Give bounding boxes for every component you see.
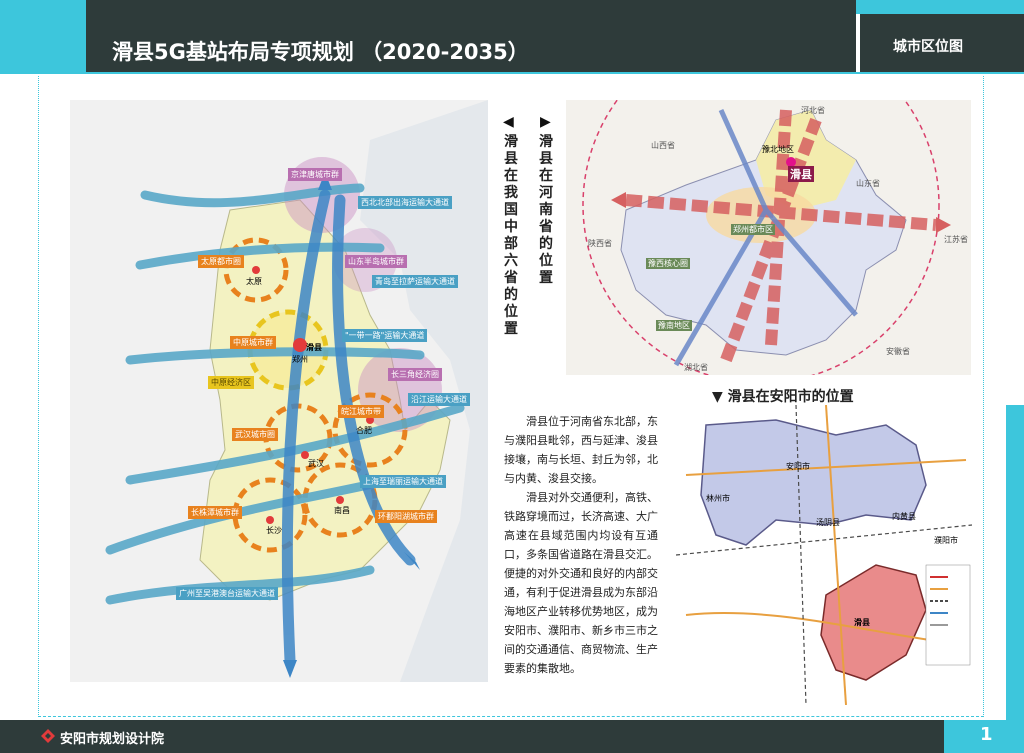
label-shandong: 山东半岛城市群 [345, 255, 407, 268]
label-northwest-corridor: 西北北部出海运输大通道 [358, 196, 452, 209]
label-yuxi: 豫西核心圈 [646, 258, 690, 269]
label-jingjintang: 京津唐城市群 [288, 168, 342, 181]
prov-hubei: 湖北省 [684, 363, 708, 372]
henan-map-graphic [566, 26, 971, 384]
place-linzhou: 林州市 [706, 494, 730, 503]
china-region-map: 京津唐城市群 西北北部出海运输大通道 山东半岛城市群 青岛至拉萨运输大通道 "一… [70, 100, 488, 682]
right-arrow-icon: ▶ [540, 114, 551, 130]
label-zhongyuan-cluster: 中原城市群 [230, 336, 276, 349]
city-taiyuan: 太原 [246, 277, 262, 286]
city-huaxian: 滑县 [306, 343, 322, 352]
place-tangyin: 汤阴县 [816, 518, 840, 527]
label-yangtze-delta: 长三角经济圈 [388, 368, 442, 381]
label-zhengzhou-metro: 郑州都市区 [731, 224, 775, 235]
city-zhengzhou: 郑州 [292, 355, 308, 364]
place-anyang: 安阳市 [786, 462, 810, 471]
header-divider [0, 72, 1024, 74]
caption-anyang-text: 滑县在安阳市的位置 [727, 389, 854, 405]
china-map-graphic [70, 100, 488, 682]
label-wuhan-circle: 武汉城市圈 [232, 428, 278, 441]
location-description: 滑县位于河南省东北部，东与濮阳县毗邻，西与延津、浚县接壤，南与长垣、封丘为邻，北… [504, 412, 658, 678]
anyang-map-graphic [675, 404, 973, 706]
place-neihuang: 内黄县 [892, 512, 916, 521]
prov-shandong: 山东省 [856, 179, 880, 188]
place-huaxian: 滑县 [854, 618, 870, 627]
page-number: 1 [980, 724, 993, 745]
institute-logo-icon [40, 728, 56, 744]
label-wanjiang: 皖江城市带 [338, 405, 384, 418]
caption-anyang: ▼ 滑县在安阳市的位置 [712, 386, 854, 406]
header-accent-right [856, 0, 1024, 14]
henan-huaxian-label: 滑县 [788, 166, 814, 182]
label-guangzhou-corridor: 广州至吴港澳台运输大通道 [176, 587, 278, 600]
label-belt-road: "一带一路"运输大通道 [342, 329, 428, 342]
page-title: 滑县5G基站布局专项规划 （2020-2035） [112, 40, 529, 64]
label-yubei: 豫北地区 [762, 145, 794, 154]
section-title: 城市区位图 [893, 39, 963, 55]
right-accent-band [1006, 405, 1024, 720]
label-changzhutan: 长株潭城市群 [188, 506, 242, 519]
prov-hebei: 河北省 [801, 106, 825, 115]
caption-china: 滑县在我国中部六省的位置 [504, 134, 518, 337]
label-yunan: 豫南地区 [656, 320, 692, 331]
left-arrow-icon: ◀ [503, 114, 514, 130]
city-changsha: 长沙 [266, 526, 282, 535]
label-qingdao-lhasa: 青岛至拉萨运输大通道 [372, 275, 458, 288]
footer-divider [38, 716, 984, 717]
prov-shaanxi: 陕西省 [588, 239, 612, 248]
description-paragraph-1: 滑县位于河南省东北部，东与濮阳县毗邻，西与延津、浚县接壤，南与长垣、封丘为邻，北… [504, 415, 658, 485]
prov-jiangsu: 江苏省 [944, 235, 968, 244]
header-accent-left [0, 0, 86, 72]
prov-shanxi: 山西省 [651, 141, 675, 150]
label-shanghai-ruili: 上海至瑞丽运输大通道 [360, 475, 446, 488]
place-puyang: 濮阳市 [934, 536, 958, 545]
prov-anhui: 安徽省 [886, 347, 910, 356]
label-poyang: 环鄱阳湖城市群 [375, 510, 437, 523]
down-arrow-icon: ▼ [712, 389, 723, 405]
anyang-city-map: 林州市 安阳市 汤阴县 内黄县 滑县 濮阳市 [675, 404, 973, 706]
label-zhongyuan-econ: 中原经济区 [208, 376, 254, 389]
city-wuhan: 武汉 [308, 459, 324, 468]
label-taiyuan-metro: 太原都市圈 [198, 255, 244, 268]
henan-province-map: 河北省 山西省 山东省 江苏省 陕西省 湖北省 安徽省 滑县 豫北地区 郑州都市… [566, 26, 971, 384]
city-hefei: 合肥 [356, 426, 372, 435]
city-nanchang: 南昌 [334, 506, 350, 515]
caption-henan: 滑县在河南省的位置 [539, 134, 553, 286]
description-paragraph-2: 滑县对外交通便利，高铁、铁路穿境而过，长济高速、大广高速在县域范围内均设有互通口… [504, 491, 658, 675]
label-yangtze-corridor: 沿江运输大通道 [408, 393, 470, 406]
footer-org: 安阳市规划设计院 [60, 732, 165, 747]
